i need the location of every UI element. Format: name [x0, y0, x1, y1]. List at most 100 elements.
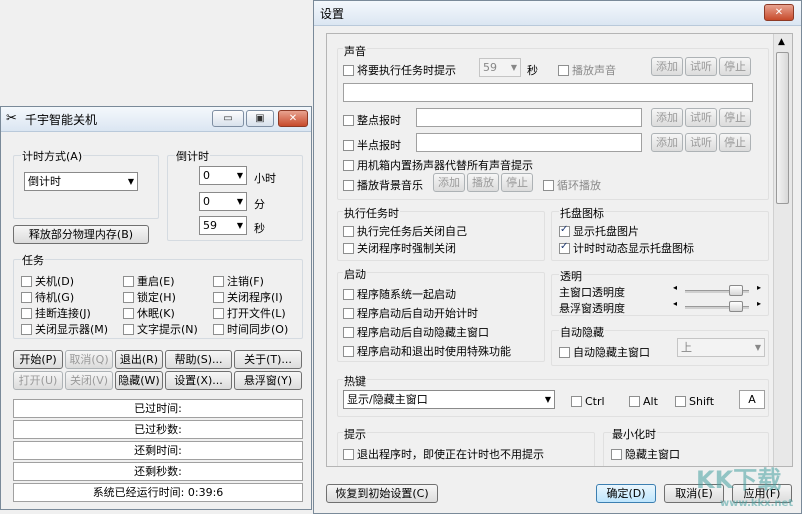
prompt-sound-path-input[interactable]	[343, 83, 753, 102]
task-checkbox[interactable]: 重启(E)	[123, 273, 175, 289]
timing-mode-label: 计时方式(A)	[21, 148, 84, 164]
minimize-button[interactable]: ▭	[212, 110, 244, 127]
scroll-up-icon[interactable]: ▲	[778, 37, 785, 47]
main-action-button[interactable]: 关于(T)...	[234, 350, 302, 369]
bg-music-label: 播放背景音乐	[357, 179, 423, 192]
task-checkbox[interactable]: 锁定(H)	[123, 289, 176, 305]
prompt-seconds-select[interactable]: 59 ▼	[479, 58, 521, 77]
task-checkbox-label: 待机(G)	[35, 291, 75, 304]
half-hour-chime-checkbox[interactable]: 半点报时	[343, 137, 401, 153]
sound-add-button[interactable]: 添加	[651, 57, 683, 76]
hours-select[interactable]: 0 ▼	[199, 166, 247, 185]
release-memory-button[interactable]: 释放部分物理内存(B)	[13, 225, 149, 244]
half-hour-add-button[interactable]: 添加	[651, 133, 683, 152]
main-action-button[interactable]: 隐藏(W)	[115, 371, 163, 390]
special-func-checkbox[interactable]: 程序启动和退出时使用特殊功能	[343, 343, 511, 359]
close-button[interactable]: ✕	[278, 110, 308, 127]
tray-icon-label: 托盘图标	[559, 205, 605, 221]
task-checkbox[interactable]: 关闭显示器(M)	[21, 321, 108, 337]
hide-on-start-checkbox[interactable]: 程序启动后自动隐藏主窗口	[343, 324, 489, 340]
task-checkbox[interactable]: 时间同步(O)	[213, 321, 288, 337]
task-checkbox[interactable]: 打开文件(L)	[213, 305, 286, 321]
half-hour-listen-button[interactable]: 试听	[685, 133, 717, 152]
hourly-chime-path-input[interactable]	[416, 108, 642, 127]
arrow-right-icon[interactable]: ▸	[757, 283, 761, 292]
sound-stop-button[interactable]: 停止	[719, 57, 751, 76]
show-tray-checkbox[interactable]: 显示托盘图片	[559, 223, 639, 239]
seconds-select[interactable]: 59 ▼	[199, 216, 247, 235]
hours-value: 0	[203, 169, 210, 182]
main-action-button[interactable]: 设置(X)...	[165, 371, 232, 390]
exit-prompt-checkbox[interactable]: 退出程序时，即使正在计时也不用提示	[343, 446, 544, 462]
alt-checkbox[interactable]: Alt	[629, 395, 658, 408]
task-checkbox[interactable]: 文字提示(N)	[123, 321, 198, 337]
start-with-system-checkbox[interactable]: 程序随系统一起启动	[343, 286, 456, 302]
bg-stop-button[interactable]: 停止	[501, 173, 533, 192]
start-timing-checkbox[interactable]: 程序启动后自动开始计时	[343, 305, 478, 321]
task-checkbox[interactable]: 休眠(K)	[123, 305, 175, 321]
half-hour-chime-path-input[interactable]	[416, 133, 642, 152]
ctrl-checkbox[interactable]: Ctrl	[571, 395, 605, 408]
main-action-button[interactable]: 开始(P)	[13, 350, 63, 369]
app-icon: ✂	[6, 111, 17, 126]
bg-add-button[interactable]: 添加	[433, 173, 465, 192]
main-opacity-thumb[interactable]	[729, 285, 743, 296]
hourly-listen-button[interactable]: 试听	[685, 108, 717, 127]
arrow-left-icon[interactable]: ◂	[673, 299, 677, 308]
pre-task-prompt-checkbox[interactable]: 将要执行任务时提示	[343, 62, 456, 78]
task-checkbox[interactable]: 关机(D)	[21, 273, 74, 289]
settings-window-title: 设置	[320, 7, 345, 21]
bg-music-checkbox[interactable]: 播放背景音乐	[343, 177, 423, 193]
hourly-chime-checkbox[interactable]: 整点报时	[343, 112, 401, 128]
auto-hide-position-select[interactable]: 上 ▼	[677, 338, 765, 357]
close-self-checkbox[interactable]: 执行完任务后关闭自己	[343, 223, 467, 239]
scroll-thumb[interactable]	[776, 52, 789, 204]
task-checkbox[interactable]: 注销(F)	[213, 273, 264, 289]
restore-icon: ▣	[255, 113, 265, 124]
task-checkbox[interactable]: 关闭程序(I)	[213, 289, 283, 305]
ok-button[interactable]: 确定(D)	[596, 484, 656, 503]
shift-checkbox[interactable]: Shift	[675, 395, 714, 408]
force-close-checkbox[interactable]: 关闭程序时强制关闭	[343, 240, 456, 256]
main-action-button[interactable]: 帮助(S)...	[165, 350, 232, 369]
maximize-button[interactable]: ▣	[246, 110, 274, 127]
dynamic-tray-checkbox[interactable]: 计时时动态显示托盘图标	[559, 240, 694, 256]
seconds-unit: 秒	[254, 222, 265, 235]
settings-close-button[interactable]: ✕	[764, 4, 794, 21]
minimize-hide-checkbox[interactable]: 隐藏主窗口	[611, 446, 680, 462]
minutes-select[interactable]: 0 ▼	[199, 192, 247, 211]
task-checkbox[interactable]: 挂断连接(J)	[21, 305, 91, 321]
main-action-button[interactable]: 悬浮窗(Y)	[234, 371, 302, 390]
hotkey-action-select[interactable]: 显示/隐藏主窗口 ▼	[343, 390, 555, 409]
main-action-button[interactable]: 退出(R)	[115, 350, 163, 369]
main-action-button[interactable]: 打开(U)	[13, 371, 63, 390]
task-checkbox[interactable]: 待机(G)	[21, 289, 74, 305]
timing-mode-select[interactable]: 倒计时 ▼	[24, 172, 138, 191]
restore-defaults-button[interactable]: 恢复到初始设置(C)	[326, 484, 438, 503]
close-icon: ✕	[288, 113, 298, 124]
task-checkbox-label: 注销(F)	[227, 275, 264, 288]
settings-titlebar[interactable]: 设置 ✕	[314, 1, 801, 26]
hourly-add-button[interactable]: 添加	[651, 108, 683, 127]
half-hour-stop-button[interactable]: 停止	[719, 133, 751, 152]
auto-hide-checkbox[interactable]: 自动隐藏主窗口	[559, 344, 650, 360]
main-opacity-label: 主窗口透明度	[559, 286, 625, 299]
sound-listen-button[interactable]: 试听	[685, 57, 717, 76]
hours-unit: 小时	[254, 172, 276, 185]
main-action-button[interactable]: 关闭(V)	[65, 371, 113, 390]
loop-play-checkbox[interactable]: 循环播放	[543, 177, 601, 193]
hotkey-key-input[interactable]: A	[739, 390, 765, 409]
main-action-button[interactable]: 取消(Q)	[65, 350, 113, 369]
arrow-right-icon[interactable]: ▸	[757, 299, 761, 308]
hourly-stop-button[interactable]: 停止	[719, 108, 751, 127]
chevron-down-icon: ▼	[544, 395, 551, 404]
float-opacity-thumb[interactable]	[729, 301, 743, 312]
bg-play-button[interactable]: 播放	[467, 173, 499, 192]
main-opacity-slider[interactable]: ◂ ▸	[673, 283, 761, 297]
float-opacity-slider[interactable]: ◂ ▸	[673, 299, 761, 313]
use-speaker-checkbox[interactable]: 用机箱内置扬声器代替所有声音提示	[343, 157, 533, 173]
play-sound-checkbox[interactable]: 播放声音	[558, 62, 616, 78]
main-titlebar[interactable]: ✂ 千宇智能关机 ▭ ▣ ✕	[1, 107, 311, 132]
arrow-left-icon[interactable]: ◂	[673, 283, 677, 292]
vertical-scrollbar[interactable]: ▲	[773, 34, 792, 466]
